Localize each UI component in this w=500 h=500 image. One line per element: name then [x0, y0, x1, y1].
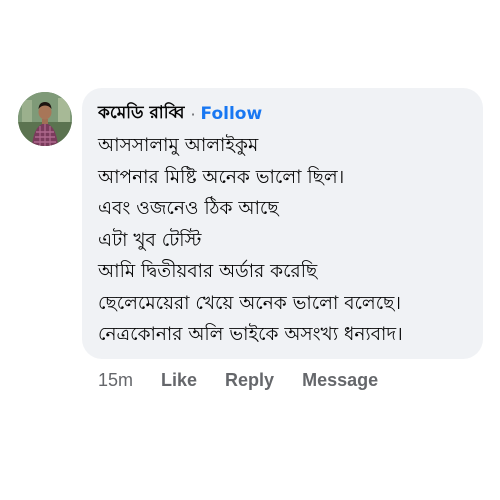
message-button[interactable]: Message	[302, 370, 378, 391]
comment-line: নেত্রকোনার অলি ভাইকে অসংখ্য ধন্যবাদ।	[98, 324, 403, 345]
comment-line: আমি দ্বিতীয়বার অর্ডার করেছি	[98, 261, 318, 282]
follow-button[interactable]: Follow	[201, 104, 263, 124]
like-button[interactable]: Like	[161, 370, 197, 391]
comment-line: আসসালামু আলাইকুম	[98, 135, 259, 156]
comment: কমেডি রাব্বি · Follow আসসালামু আলাইকুম আ…	[0, 0, 500, 500]
reply-button[interactable]: Reply	[225, 370, 274, 391]
comment-line: এবং ওজনেও ঠিক আছে	[98, 198, 279, 219]
avatar[interactable]	[18, 92, 72, 146]
comment-line: এটা খুব টেস্টি	[98, 229, 202, 251]
timestamp[interactable]: 15m	[98, 370, 133, 391]
comment-header: কমেডি রাব্বি · Follow	[98, 102, 471, 126]
profile-photo-icon	[18, 92, 72, 146]
comment-actions: 15m Like Reply Message	[98, 370, 378, 391]
comment-line: ছেলেমেয়েরা খেয়ে অনেক ভালো বলেছে।	[98, 292, 401, 314]
comment-bubble: কমেডি রাব্বি · Follow আসসালামু আলাইকুম আ…	[82, 88, 483, 359]
comment-line: আপনার মিষ্টি অনেক ভালো ছিল।	[98, 166, 345, 188]
separator-dot: ·	[190, 104, 196, 124]
author-name[interactable]: কমেডি রাব্বি	[98, 100, 184, 128]
comment-text: আসসালামু আলাইকুম আপনার মিষ্টি অনেক ভালো …	[98, 130, 471, 351]
